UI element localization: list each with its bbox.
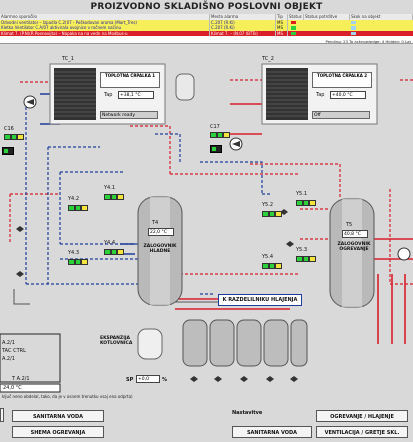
tc1-panel-title[interactable]: TOPLOTNA ČRPALKA 1 — [100, 72, 160, 88]
alarm-table: Alarmno sporočilo Mesto alarma Tip Statu… — [0, 14, 413, 44]
sp-unit: % — [162, 377, 168, 383]
c17-label: C17 — [210, 124, 220, 130]
pump-icon — [397, 247, 411, 261]
panel-a21-line2: TAC CTRL — [2, 348, 26, 354]
y54-controls[interactable] — [262, 263, 283, 269]
ventilation-heating-button[interactable]: VENTILACIJA / GRETJE SKL. — [316, 426, 408, 438]
boiler-bank — [182, 319, 308, 367]
tc1-status: Network ready — [100, 111, 158, 119]
sanitary-water-button[interactable]: SANITARNA VODA — [12, 410, 104, 422]
tc2-tap-value: +40,0 °C — [330, 91, 366, 99]
small-buffer-tank — [175, 73, 195, 101]
tank-t5 — [329, 198, 375, 308]
y53-controls[interactable] — [296, 256, 317, 262]
alarm-message: Klimat 7. (P.N)(R.Poenovijta) – Napaka n… — [0, 30, 210, 36]
expansion-vessel — [137, 328, 163, 360]
manifold-cooling-button[interactable]: K RAZDELILNIKU HLAJENJA — [218, 294, 302, 306]
alarm-place: Klimat 7. – (N.07 (BTTs) — [210, 30, 276, 36]
c17-pump-icon — [210, 145, 222, 153]
y51-label: Y5.1 — [296, 191, 308, 197]
tc1-label: TC_1 — [62, 56, 74, 62]
settings-label: Nastavitve — [232, 410, 263, 416]
y41-controls[interactable] — [104, 194, 125, 200]
heating-scheme-button[interactable]: SHEMA OGREVANJA — [12, 426, 104, 438]
sanitary-water-button-right[interactable]: SANITARNA VODA — [232, 426, 312, 438]
c17-controls[interactable] — [210, 132, 231, 138]
tc2-status: Off — [312, 111, 370, 119]
alarm-row[interactable]: Klimat 7. (P.N)(R.Poenovijta) – Napaka n… — [0, 30, 413, 36]
y41-label: Y4.1 — [104, 185, 116, 191]
y51-controls[interactable] — [296, 200, 317, 206]
t4-title: ZALOGOVNIK HLADNE — [143, 244, 177, 254]
y43-label: Y4.3 — [68, 250, 80, 256]
y54-label: Y5.4 — [262, 254, 274, 260]
nav-button-left-edge[interactable] — [0, 408, 4, 422]
y44-label: Y4.4 — [104, 240, 116, 246]
y42-controls[interactable] — [68, 205, 89, 211]
t4-value: 22,0 °C — [148, 228, 174, 236]
pump-icon — [23, 95, 37, 109]
heating-cooling-button[interactable]: OGREVANJE / HLAJENJE — [316, 410, 408, 422]
hydraulic-diagram: TC_1 TOPLOTNA ČRPALKA 1 Tap +38,1 °C Net… — [0, 44, 413, 399]
y44-controls[interactable] — [104, 249, 125, 255]
tc1-tap-value: +38,1 °C — [118, 91, 154, 99]
page-title: PROIZVODNO SKLADIŠNO POSLOVNI OBJEKT — [90, 2, 323, 12]
panel-a21-temp-label: T A.2/1 — [12, 376, 30, 382]
t4-label: T4 — [152, 220, 159, 226]
c16-controls[interactable] — [4, 134, 25, 140]
panel-a21-temp-value: 24,0 °C — [3, 385, 22, 391]
tc2-label: TC_2 — [262, 56, 274, 62]
expansion-label: EKSPANZIJA KOTLOVNICA — [100, 336, 133, 346]
alarm-jump-indicator[interactable] — [351, 31, 356, 35]
y53-label: Y5.3 — [296, 247, 308, 253]
tc1-tap-label: Tap — [104, 92, 113, 98]
t5-title: ZALOGOVNIK OGREVANJE — [337, 242, 371, 252]
t5-value: 40,8 °C — [342, 230, 368, 238]
y52-label: Y5.2 — [262, 202, 274, 208]
alarm-jump-indicator[interactable] — [351, 20, 356, 24]
scada-screen: PROIZVODNO SKLADIŠNO POSLOVNI OBJEKT Ala… — [0, 0, 413, 442]
sp-value[interactable]: +0,0 — [136, 375, 160, 383]
sp-label: SP — [126, 377, 134, 383]
tc2-tap-label: Tap — [316, 92, 325, 98]
tc2-panel-title[interactable]: TOPLOTNA ČRPALKA 2 — [312, 72, 372, 88]
panel-a21-line1: A.2/1 — [2, 340, 15, 346]
alarm-status-indicator — [291, 20, 296, 24]
valve-note: ključ neno obdelal, tako, da je v osnem … — [2, 394, 133, 399]
alarm-jump-indicator[interactable] — [351, 26, 356, 30]
alarm-status-indicator — [291, 26, 296, 30]
c16-label: C16 — [4, 126, 14, 132]
alarm-type: MS — [276, 30, 288, 36]
alarm-status-indicator — [291, 31, 296, 35]
y42-label: Y4.2 — [68, 196, 80, 202]
y43-controls[interactable] — [68, 259, 89, 265]
t5-label: T5 — [346, 222, 353, 228]
c16-pump-icon — [2, 147, 14, 155]
y52-controls[interactable] — [262, 211, 283, 217]
hot-pipes-solid — [175, 103, 413, 344]
panel-a21-line3: A.2/1 — [2, 356, 15, 362]
pump-icon — [229, 137, 243, 151]
